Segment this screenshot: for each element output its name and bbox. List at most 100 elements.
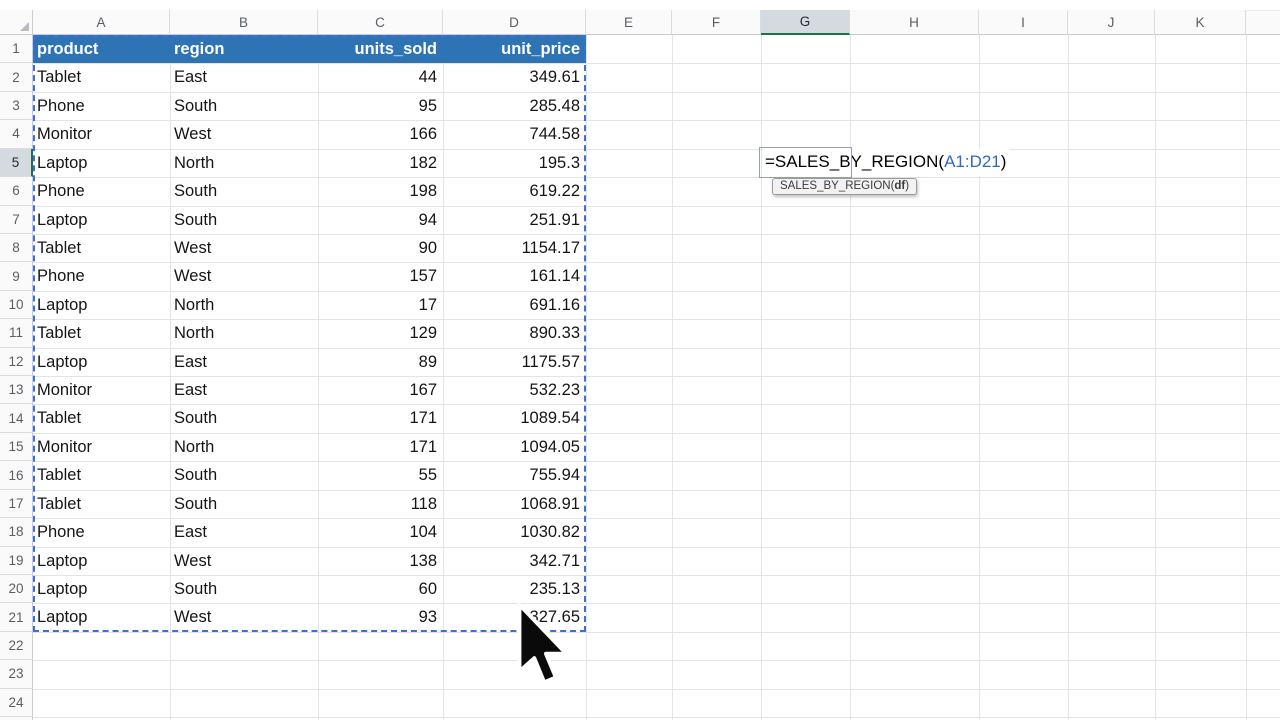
column-header-E[interactable]: E [586,10,672,35]
cell-A12[interactable]: Laptop [33,348,170,376]
select-all-corner[interactable] [0,10,33,35]
cell-B17[interactable]: South [170,490,318,518]
cell-A19[interactable]: Laptop [33,547,170,575]
cell-D10[interactable]: 691.16 [443,291,586,319]
cell-D20[interactable]: 235.13 [443,575,586,603]
row-header-5[interactable]: 5 [0,149,33,177]
row-header-18[interactable]: 18 [0,518,33,546]
row-header-22[interactable]: 22 [0,632,33,660]
cell-B18[interactable]: East [170,518,318,546]
cell-D9[interactable]: 161.14 [443,262,586,290]
cell-A11[interactable]: Tablet [33,319,170,347]
cell-A10[interactable]: Laptop [33,291,170,319]
cell-B7[interactable]: South [170,206,318,234]
column-header-A[interactable]: A [33,10,170,35]
cell-B5[interactable]: North [170,149,318,177]
cell-D12[interactable]: 1175.57 [443,348,586,376]
cell-C18[interactable]: 104 [318,518,443,546]
cell-B4[interactable]: West [170,120,318,148]
cell-D14[interactable]: 1089.54 [443,404,586,432]
formula-edit-text[interactable]: =SALES_BY_REGION(A1:D21) [763,149,1010,176]
column-header-H[interactable]: H [850,10,979,35]
row-header-21[interactable]: 21 [0,603,33,631]
row-header-10[interactable]: 10 [0,291,33,319]
cell-C17[interactable]: 118 [318,490,443,518]
cell-D5[interactable]: 195.3 [443,149,586,177]
cell-D16[interactable]: 755.94 [443,461,586,489]
cell-B9[interactable]: West [170,262,318,290]
cell-A8[interactable]: Tablet [33,234,170,262]
row-header-7[interactable]: 7 [0,206,33,234]
cell-D19[interactable]: 342.71 [443,547,586,575]
column-header-C[interactable]: C [318,10,443,35]
cell-B10[interactable]: North [170,291,318,319]
cell-C5[interactable]: 182 [318,149,443,177]
cell-A18[interactable]: Phone [33,518,170,546]
cell-C16[interactable]: 55 [318,461,443,489]
cell-D8[interactable]: 1154.17 [443,234,586,262]
column-header-I[interactable]: I [979,10,1068,35]
cell-D11[interactable]: 890.33 [443,319,586,347]
column-header-J[interactable]: J [1068,10,1155,35]
header-cell-units_sold[interactable]: units_sold [318,35,443,63]
cell-A16[interactable]: Tablet [33,461,170,489]
cell-A6[interactable]: Phone [33,177,170,205]
cell-A15[interactable]: Monitor [33,433,170,461]
column-header-K[interactable]: K [1155,10,1246,35]
cell-C20[interactable]: 60 [318,575,443,603]
cell-C4[interactable]: 166 [318,120,443,148]
cell-C6[interactable]: 198 [318,177,443,205]
cell-B21[interactable]: West [170,603,318,631]
cell-B20[interactable]: South [170,575,318,603]
header-cell-product[interactable]: product [33,35,170,63]
cell-A17[interactable]: Tablet [33,490,170,518]
cell-A20[interactable]: Laptop [33,575,170,603]
row-header-4[interactable]: 4 [0,120,33,148]
cell-C19[interactable]: 138 [318,547,443,575]
cell-A14[interactable]: Tablet [33,404,170,432]
cell-D17[interactable]: 1068.91 [443,490,586,518]
row-header-23[interactable]: 23 [0,660,33,688]
cell-C7[interactable]: 94 [318,206,443,234]
cell-D15[interactable]: 1094.05 [443,433,586,461]
cell-C3[interactable]: 95 [318,92,443,120]
cell-C8[interactable]: 90 [318,234,443,262]
row-header-2[interactable]: 2 [0,63,33,91]
header-cell-region[interactable]: region [170,35,318,63]
cell-D7[interactable]: 251.91 [443,206,586,234]
cell-C9[interactable]: 157 [318,262,443,290]
column-header-G[interactable]: G [761,10,850,35]
cell-B3[interactable]: South [170,92,318,120]
cell-D2[interactable]: 349.61 [443,63,586,91]
cell-A4[interactable]: Monitor [33,120,170,148]
cell-B13[interactable]: East [170,376,318,404]
row-header-6[interactable]: 6 [0,177,33,205]
cell-D6[interactable]: 619.22 [443,177,586,205]
cell-B15[interactable]: North [170,433,318,461]
cell-D13[interactable]: 532.23 [443,376,586,404]
row-header-13[interactable]: 13 [0,376,33,404]
cell-B16[interactable]: South [170,461,318,489]
cell-D4[interactable]: 744.58 [443,120,586,148]
row-header-19[interactable]: 19 [0,547,33,575]
cell-C10[interactable]: 17 [318,291,443,319]
cell-A2[interactable]: Tablet [33,63,170,91]
cell-A7[interactable]: Laptop [33,206,170,234]
row-header-8[interactable]: 8 [0,234,33,262]
cell-C21[interactable]: 93 [318,603,443,631]
row-header-24[interactable]: 24 [0,689,33,717]
cell-C14[interactable]: 171 [318,404,443,432]
cell-B6[interactable]: South [170,177,318,205]
cell-D18[interactable]: 1030.82 [443,518,586,546]
row-header-9[interactable]: 9 [0,262,33,290]
row-header-3[interactable]: 3 [0,92,33,120]
row-header-11[interactable]: 11 [0,319,33,347]
row-header-20[interactable]: 20 [0,575,33,603]
cell-C13[interactable]: 167 [318,376,443,404]
cell-A3[interactable]: Phone [33,92,170,120]
row-header-17[interactable]: 17 [0,490,33,518]
column-header-F[interactable]: F [672,10,761,35]
row-header-1[interactable]: 1 [0,35,33,63]
cell-B8[interactable]: West [170,234,318,262]
column-header-B[interactable]: B [170,10,318,35]
